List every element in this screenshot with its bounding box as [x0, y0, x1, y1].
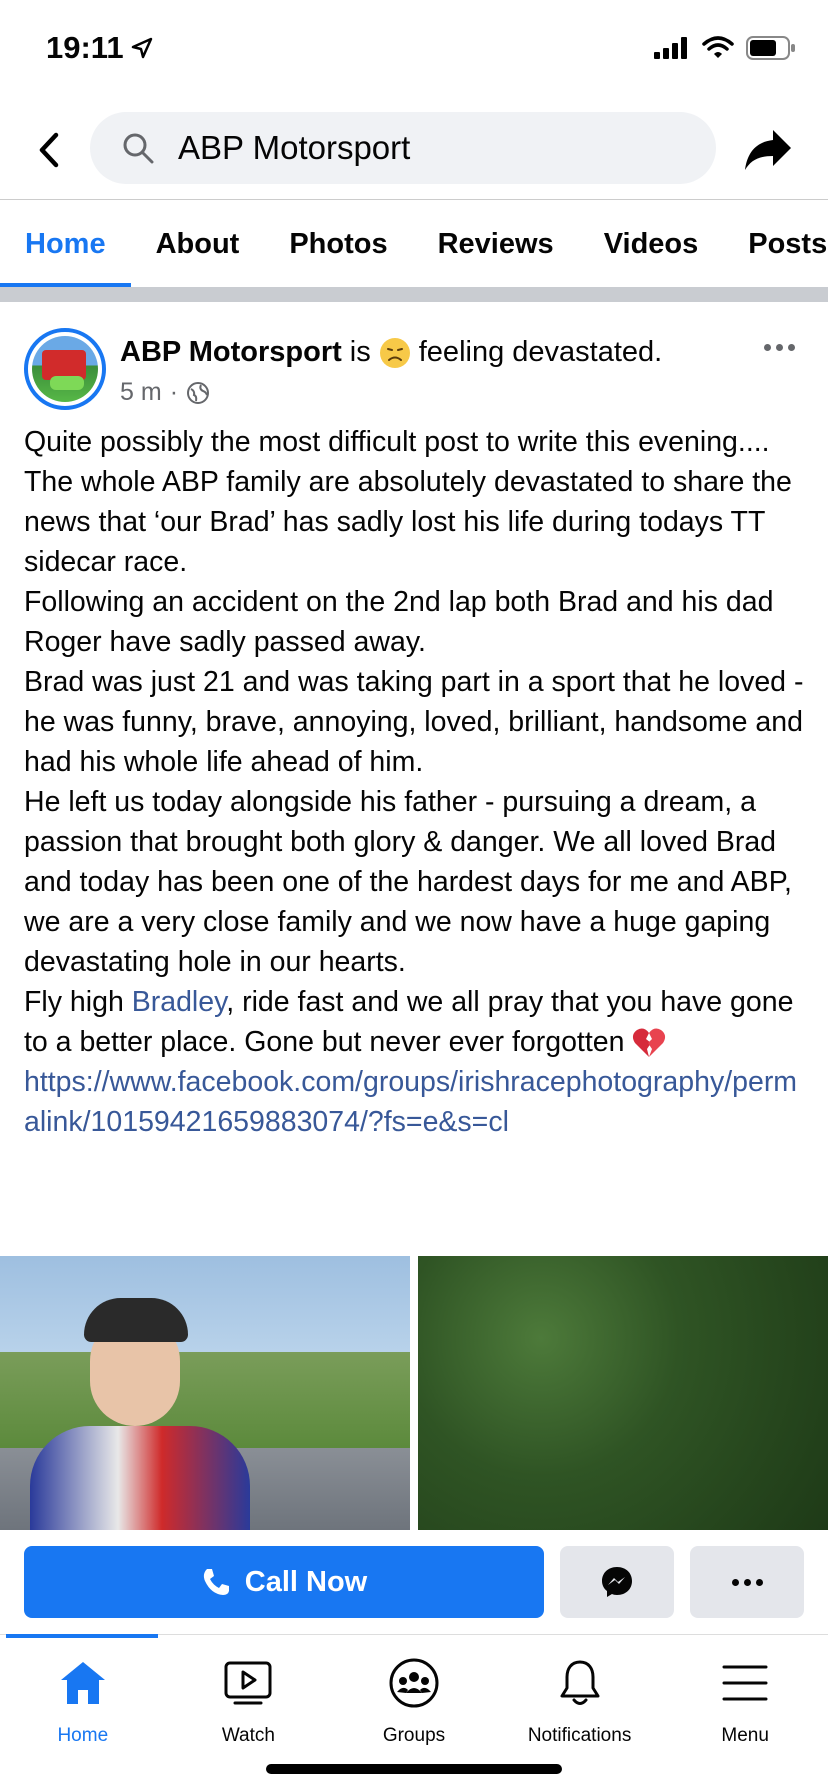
tab-reviews[interactable]: Reviews: [413, 201, 579, 287]
post-photo[interactable]: [0, 1256, 410, 1530]
dot: [743, 1578, 751, 1586]
home-icon: [55, 1655, 111, 1711]
dot: [731, 1578, 739, 1586]
post: ABP Motorsport is feeling devastated. 5 …: [0, 302, 828, 1138]
nav-label: Groups: [382, 1725, 446, 1746]
status-bar: 19:11: [0, 0, 828, 100]
post-photo[interactable]: [418, 1256, 828, 1530]
feeling-text: feeling devastated.: [418, 336, 663, 368]
call-now-button[interactable]: Call Now: [24, 1546, 544, 1618]
avatar[interactable]: [24, 328, 106, 410]
text-segment: Fly high: [24, 986, 132, 1018]
battery-icon: [746, 36, 795, 60]
meta-separator: ·: [169, 378, 179, 406]
back-button[interactable]: [26, 122, 72, 178]
location-arrow-icon: [131, 37, 152, 59]
nav-label: Menu: [721, 1725, 769, 1746]
post-url-link[interactable]: https://www.facebook.com/groups/irishrac…: [24, 1062, 808, 1142]
status-icons: [654, 36, 796, 60]
post-paragraph: The whole ABP family are absolutely deva…: [24, 466, 792, 578]
watch-icon: [220, 1655, 276, 1711]
action-bar: Call Now: [0, 1546, 828, 1622]
dot: [755, 1578, 763, 1586]
call-now-label: Call Now: [244, 1565, 368, 1598]
post-meta: 5 m ·: [120, 378, 210, 407]
tab-photos[interactable]: Photos: [264, 201, 412, 287]
nav-home[interactable]: Home: [0, 1635, 166, 1765]
nav-notifications[interactable]: Notifications: [497, 1635, 663, 1765]
photo-racing-suit: [30, 1426, 250, 1530]
post-paragraph: Quite possibly the most difficult post t…: [24, 426, 770, 458]
share-button[interactable]: [740, 122, 796, 178]
cellular-signal-icon: [654, 37, 687, 59]
nav-label: Home: [57, 1725, 109, 1746]
status-time: 19:11: [46, 30, 154, 66]
post-paragraph: Brad was just 21 and was taking part in …: [24, 666, 804, 778]
avatar-image: [32, 336, 98, 402]
post-header: ABP Motorsport is feeling devastated. 5 …: [0, 302, 828, 412]
home-indicator: [266, 1764, 562, 1774]
search-header: ABP Motorsport: [0, 100, 828, 200]
groups-icon: [386, 1655, 442, 1711]
post-paragraph: Following an accident on the 2nd lap bot…: [24, 586, 774, 658]
active-tab-indicator: [6, 1634, 158, 1638]
tab-home[interactable]: Home: [0, 201, 131, 287]
clock: 19:11: [46, 30, 124, 65]
search-input[interactable]: ABP Motorsport: [90, 112, 716, 184]
nav-label: Watch: [221, 1725, 275, 1746]
post-author-name[interactable]: ABP Motorsport: [120, 336, 342, 369]
phone-icon: [203, 1569, 229, 1595]
tab-posts[interactable]: Posts: [723, 201, 828, 287]
post-paragraph-last: Fly high Bradley, ride fast and we all p…: [24, 982, 808, 1062]
share-arrow-icon: [745, 130, 791, 170]
globe-icon: [187, 381, 210, 404]
dot: [775, 343, 783, 351]
search-query: ABP Motorsport: [178, 129, 411, 166]
photo-grid: [0, 1256, 828, 1530]
dot: [763, 343, 771, 351]
page-tabs: Home About Photos Reviews Videos Posts: [0, 201, 828, 287]
avatar-car-shape: [50, 376, 84, 390]
nav-menu[interactable]: Menu: [662, 1635, 828, 1765]
dot: [787, 343, 795, 351]
post-paragraph: He left us today alongside his father - …: [24, 786, 792, 978]
photo-cap: [84, 1298, 188, 1342]
post-options-button[interactable]: [754, 332, 804, 362]
bell-icon: [552, 1655, 608, 1711]
nav-watch[interactable]: Watch: [166, 1635, 332, 1765]
chevron-left-icon: [39, 132, 59, 168]
tab-videos[interactable]: Videos: [579, 201, 724, 287]
post-time[interactable]: 5 m: [120, 378, 162, 407]
more-actions-button[interactable]: [690, 1546, 804, 1618]
nav-groups[interactable]: Groups: [331, 1635, 497, 1765]
post-body: Quite possibly the most difficult post t…: [24, 422, 808, 1142]
nav-label: Notifications: [527, 1725, 632, 1746]
wifi-icon: [702, 36, 734, 58]
section-divider: [0, 287, 828, 302]
sad-face-icon: [379, 337, 410, 368]
mention-link[interactable]: Bradley: [132, 986, 227, 1018]
feeling-prefix: is: [349, 336, 371, 368]
messenger-button[interactable]: [560, 1546, 674, 1618]
post-author-line: ABP Motorsport is feeling devastated.: [120, 336, 662, 369]
messenger-icon: [602, 1567, 632, 1597]
menu-icon: [717, 1655, 773, 1711]
tab-about[interactable]: About: [131, 201, 265, 287]
broken-heart-icon: [633, 1029, 666, 1058]
search-icon: [123, 133, 154, 164]
